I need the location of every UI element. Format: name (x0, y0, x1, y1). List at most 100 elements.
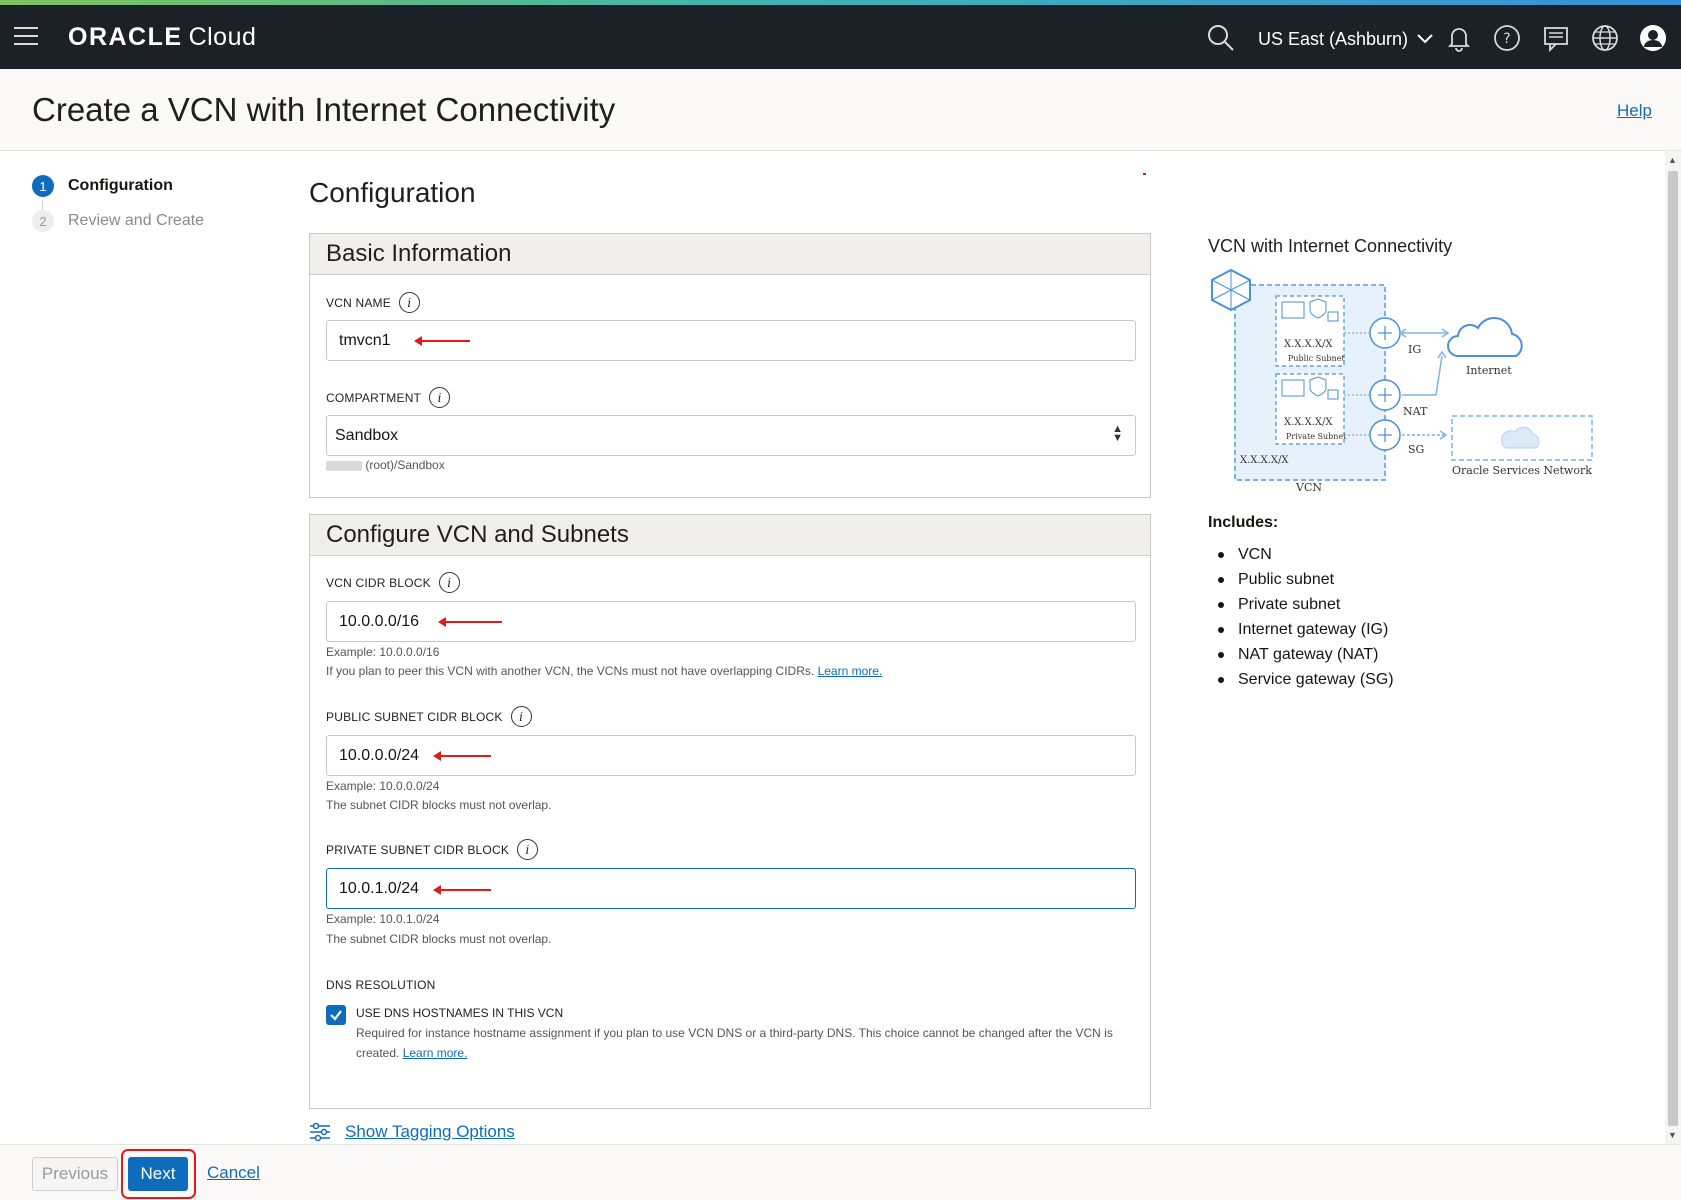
vcn-cidr-label: VCN CIDR BLOCK i (326, 572, 460, 593)
diagram-osn-label: Oracle Services Network (1452, 464, 1592, 477)
list-item: Public subnet (1208, 567, 1394, 592)
internet-cloud-icon (1447, 317, 1523, 357)
diagram-sg-label: SG (1408, 443, 1424, 456)
annotation-arrow (438, 617, 502, 627)
checkmark-icon (330, 1010, 342, 1021)
step-label: Configuration (68, 177, 173, 194)
learn-more-link[interactable]: Learn more. (818, 664, 883, 678)
dns-note: Required for instance hostname assignmen… (356, 1023, 1136, 1063)
user-icon[interactable] (1638, 23, 1668, 53)
diagram-private-subnet: Private Subnet (1286, 432, 1347, 441)
dns-resolution-label: DNS RESOLUTION (326, 978, 435, 992)
info-icon[interactable]: i (517, 839, 539, 860)
basic-information-panel: Basic Information VCN NAME i tmvcn1 COMP… (309, 233, 1151, 498)
cancel-link[interactable]: Cancel (207, 1163, 260, 1183)
panel-header: Basic Information (310, 234, 1150, 275)
list-item: VCN (1208, 542, 1394, 567)
label-text: VCN NAME (326, 295, 391, 310)
private-subnet-note: The subnet CIDR blocks must not overlap. (326, 932, 552, 946)
includes-list: VCN Public subnet Private subnet Interne… (1208, 542, 1394, 692)
tag-settings-icon (310, 1122, 330, 1142)
public-subnet-cidr-label: PUBLIC SUBNET CIDR BLOCK i (326, 706, 532, 727)
next-button[interactable]: Next (128, 1157, 188, 1191)
compartment-label: COMPARTMENT i (326, 387, 451, 408)
help-icon[interactable]: ? (1492, 23, 1522, 53)
input-value: 10.0.1.0/24 (339, 879, 420, 897)
help-link[interactable]: Help (1617, 101, 1652, 121)
vcn-cidr-note: If you plan to peer this VCN with anothe… (326, 664, 882, 678)
brand-oracle: ORACLE (68, 23, 183, 51)
configure-vcn-panel: Configure VCN and Subnets VCN CIDR BLOCK… (309, 514, 1151, 1109)
top-navigation-bar: ORACLE Cloud US East (Ashburn) ? (0, 5, 1681, 69)
show-tagging-options[interactable]: Show Tagging Options (309, 1122, 515, 1142)
list-item: Private subnet (1208, 592, 1394, 617)
annotation-dot (1143, 173, 1146, 175)
vcn-diagram: X.X.X.X/X Public Subnet X.X.X.X/X Privat… (1206, 268, 1596, 503)
tagging-link-text: Show Tagging Options (345, 1122, 515, 1141)
learn-more-link[interactable]: Learn more. (403, 1046, 468, 1060)
note-text: Required for instance hostname assignmen… (356, 1026, 1113, 1060)
input-value: tmvcn1 (339, 331, 391, 349)
diagram-title: VCN with Internet Connectivity (1208, 236, 1453, 256)
oracle-cloud-logo[interactable]: ORACLE Cloud (68, 23, 256, 52)
info-icon[interactable]: i (510, 706, 532, 727)
step-number: 2 (32, 210, 54, 232)
info-icon[interactable]: i (398, 292, 420, 313)
chevron-down-icon (1417, 34, 1433, 44)
wizard-footer: Previous Next Cancel (0, 1144, 1681, 1200)
path-text: (root)/Sandbox (365, 458, 445, 472)
label-text: PUBLIC SUBNET CIDR BLOCK (326, 709, 503, 724)
annotation-arrow (433, 751, 491, 761)
step-number: 1 (32, 175, 54, 197)
region-selector[interactable]: US East (Ashburn) (1258, 29, 1433, 50)
section-title: Configuration (309, 177, 476, 208)
diagram-vcn-label: VCN (1295, 481, 1322, 494)
label-text: PRIVATE SUBNET CIDR BLOCK (326, 842, 510, 857)
bell-icon[interactable] (1444, 23, 1474, 53)
step-label: Review and Create (68, 212, 205, 229)
region-label: US East (Ashburn) (1258, 29, 1409, 49)
label-text: VCN CIDR BLOCK (326, 575, 431, 590)
private-subnet-example: Example: 10.0.1.0/24 (326, 912, 440, 926)
scroll-down-arrow[interactable]: ▼ (1668, 1130, 1677, 1140)
step-review-and-create[interactable]: 2 Review and Create (32, 209, 204, 233)
compartment-select[interactable]: Sandbox ▲ ▼ (326, 415, 1136, 456)
page-header: Create a VCN with Internet Connectivity … (0, 69, 1681, 151)
vertical-scrollbar[interactable]: ▲ ▼ (1665, 151, 1681, 1144)
scroll-up-arrow[interactable]: ▲ (1668, 155, 1677, 165)
public-subnet-note: The subnet CIDR blocks must not overlap. (326, 798, 552, 812)
diagram-internet-label: Internet (1466, 364, 1512, 377)
step-configuration[interactable]: 1 Configuration (32, 174, 173, 198)
globe-icon[interactable] (1590, 23, 1620, 53)
diagram-cidr-public: X.X.X.X/X (1284, 339, 1333, 350)
diagram-cidr-vcn: X.X.X.X/X (1240, 455, 1289, 466)
page-title: Create a VCN with Internet Connectivity (32, 91, 616, 128)
private-subnet-cidr-label: PRIVATE SUBNET CIDR BLOCK i (326, 839, 539, 860)
dns-hostnames-checkbox[interactable] (326, 1005, 346, 1025)
annotation-arrow (414, 336, 470, 346)
label-text: COMPARTMENT (326, 390, 422, 405)
blurred-tenancy (326, 460, 362, 471)
panel-header: Configure VCN and Subnets (310, 515, 1150, 556)
public-subnet-example: Example: 10.0.0.0/24 (326, 779, 440, 793)
dns-checkbox-label[interactable]: USE DNS HOSTNAMES IN THIS VCN (356, 1006, 563, 1020)
info-icon[interactable]: i (438, 572, 460, 593)
diagram-ig-label: IG (1408, 343, 1421, 356)
diagram-public-subnet: Public Subnet (1288, 354, 1345, 363)
vcn-cidr-example: Example: 10.0.0.0/16 (326, 645, 440, 659)
brand-cloud: Cloud (188, 23, 257, 51)
svg-text:?: ? (1503, 31, 1510, 47)
list-item: Service gateway (SG) (1208, 667, 1394, 692)
includes-title: Includes: (1208, 514, 1279, 531)
search-icon[interactable] (1206, 23, 1236, 53)
vcn-name-label: VCN NAME i (326, 292, 420, 313)
menu-icon[interactable] (14, 27, 38, 47)
annotation-arrow (433, 885, 491, 895)
info-icon[interactable]: i (429, 387, 451, 408)
previous-button[interactable]: Previous (32, 1157, 118, 1191)
list-item: Internet gateway (IG) (1208, 617, 1394, 642)
chat-icon[interactable] (1541, 23, 1571, 53)
select-value: Sandbox (335, 426, 399, 444)
label-text: DNS RESOLUTION (326, 978, 436, 992)
scrollbar-thumb[interactable] (1668, 171, 1678, 1126)
